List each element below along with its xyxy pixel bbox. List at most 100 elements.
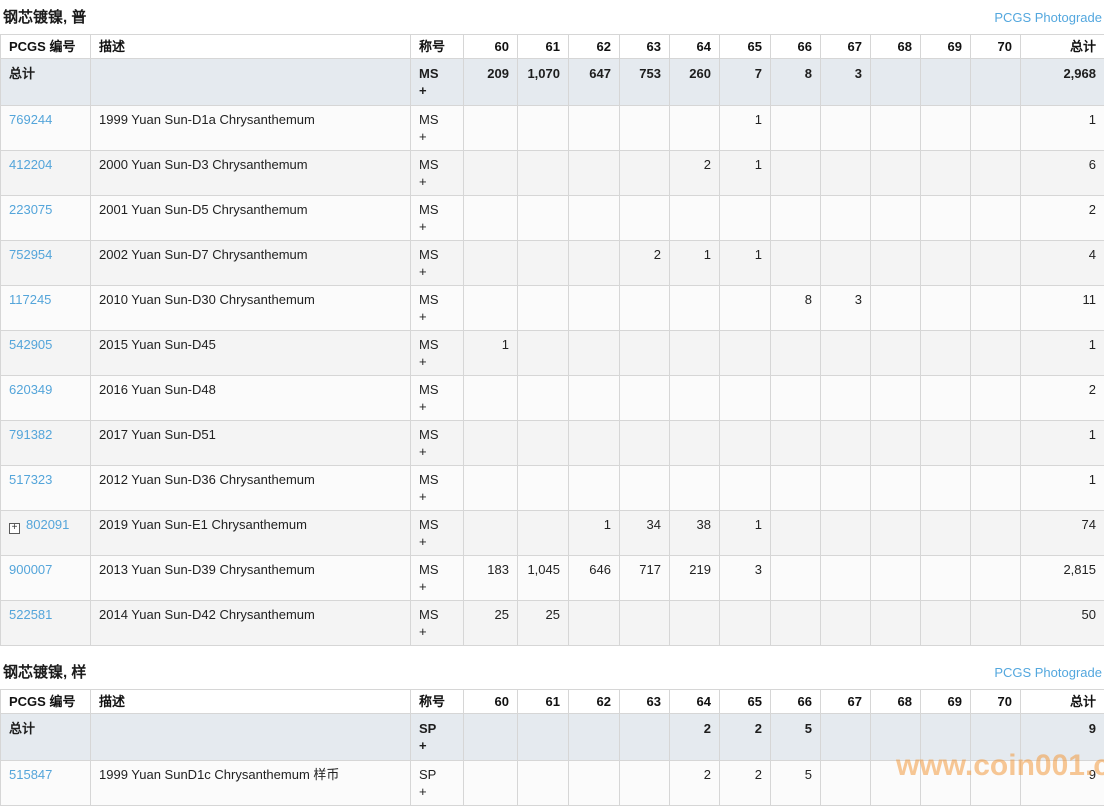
column-header: 70 bbox=[971, 35, 1021, 59]
section-title: 钢芯镀镍, 样 bbox=[3, 661, 86, 682]
coin-description: 2010 Yuan Sun-D30 Chrysanthemum bbox=[91, 286, 411, 331]
pcgs-number-link[interactable]: 117245 bbox=[9, 292, 51, 307]
grade-count bbox=[620, 421, 670, 466]
grade-count: 2 bbox=[670, 761, 720, 806]
grade-count bbox=[518, 761, 569, 806]
grade-count bbox=[569, 196, 620, 241]
grade-count bbox=[464, 511, 518, 556]
table-row: 1172452010 Yuan Sun-D30 ChrysanthemumMS … bbox=[1, 286, 1104, 331]
column-header: 60 bbox=[464, 690, 518, 714]
row-total: 6 bbox=[1021, 151, 1104, 196]
grade-count bbox=[464, 376, 518, 421]
column-header: 69 bbox=[921, 690, 971, 714]
grade-count bbox=[871, 376, 921, 421]
column-header: 66 bbox=[771, 690, 821, 714]
table-row: +8020912019 Yuan Sun-E1 ChrysanthemumMS … bbox=[1, 511, 1104, 556]
grade-count bbox=[921, 59, 971, 106]
table-row: 7913822017 Yuan Sun-D51MS +1 bbox=[1, 421, 1104, 466]
grade-count bbox=[771, 106, 821, 151]
pcgs-number-link[interactable]: 620349 bbox=[9, 382, 52, 397]
grade-count bbox=[720, 421, 771, 466]
grade-count bbox=[821, 601, 871, 646]
grade-count: 1,070 bbox=[518, 59, 569, 106]
grade-count bbox=[971, 106, 1021, 151]
grade-count bbox=[971, 466, 1021, 511]
pcgs-number-link[interactable]: 900007 bbox=[9, 562, 52, 577]
grade-count bbox=[518, 196, 569, 241]
grade-count bbox=[464, 466, 518, 511]
pcgs-number-link[interactable]: 223075 bbox=[9, 202, 52, 217]
grade-count bbox=[620, 761, 670, 806]
table-row: 515847 1999 Yuan SunD1c Chrysanthemum 样币S… bbox=[1, 761, 1104, 806]
pcgs-number-link[interactable]: 791382 bbox=[9, 427, 52, 442]
grade-count bbox=[464, 286, 518, 331]
designation: MS + bbox=[411, 59, 464, 106]
grade-count bbox=[720, 601, 771, 646]
grade-count bbox=[518, 286, 569, 331]
grade-count bbox=[971, 286, 1021, 331]
pcgs-number-link[interactable]: 522581 bbox=[9, 607, 52, 622]
column-header: 称号 bbox=[411, 690, 464, 714]
grade-count bbox=[971, 331, 1021, 376]
expand-icon[interactable]: + bbox=[9, 523, 20, 534]
grade-count: 183 bbox=[464, 556, 518, 601]
grade-count: 5 bbox=[771, 714, 821, 761]
designation: MS + bbox=[411, 151, 464, 196]
column-header: 64 bbox=[670, 35, 720, 59]
pcgs-number-cell: 515847 bbox=[1, 761, 91, 806]
grade-count: 25 bbox=[464, 601, 518, 646]
pcgs-number-link[interactable]: 802091 bbox=[26, 517, 69, 532]
coin-description: 1999 Yuan SunD1c Chrysanthemum 样币 bbox=[91, 761, 411, 806]
grade-count bbox=[871, 511, 921, 556]
grade-count bbox=[518, 421, 569, 466]
grade-count bbox=[464, 761, 518, 806]
pcgs-number-link[interactable]: 769244 bbox=[9, 112, 52, 127]
column-header: 68 bbox=[871, 35, 921, 59]
grade-count bbox=[620, 286, 670, 331]
grade-count bbox=[821, 761, 871, 806]
pcgs-number-link[interactable]: 412204 bbox=[9, 157, 52, 172]
grade-count: 3 bbox=[821, 59, 871, 106]
column-header: 63 bbox=[620, 690, 670, 714]
designation: MS + bbox=[411, 421, 464, 466]
grade-count bbox=[871, 151, 921, 196]
grade-count: 1 bbox=[464, 331, 518, 376]
grade-count bbox=[569, 241, 620, 286]
grade-count bbox=[921, 151, 971, 196]
grade-count bbox=[670, 106, 720, 151]
photograde-link[interactable]: PCGS Photograde bbox=[994, 665, 1102, 680]
pcgs-number-link[interactable]: 515847 bbox=[9, 767, 52, 782]
grade-count bbox=[771, 556, 821, 601]
pcgs-number-cell: 769244 bbox=[1, 106, 91, 151]
column-header: 67 bbox=[821, 690, 871, 714]
table-row: 7529542002 Yuan Sun-D7 ChrysanthemumMS +… bbox=[1, 241, 1104, 286]
grade-count bbox=[771, 601, 821, 646]
grade-count bbox=[821, 556, 871, 601]
grade-count bbox=[921, 421, 971, 466]
designation: MS + bbox=[411, 466, 464, 511]
pcgs-number-cell: 900007 bbox=[1, 556, 91, 601]
grade-count bbox=[821, 511, 871, 556]
grade-count: 2 bbox=[670, 151, 720, 196]
designation: SP + bbox=[411, 761, 464, 806]
grade-count bbox=[464, 714, 518, 761]
grade-count bbox=[464, 196, 518, 241]
grade-count: 38 bbox=[670, 511, 720, 556]
photograde-link[interactable]: PCGS Photograde bbox=[994, 10, 1102, 25]
grade-count bbox=[821, 151, 871, 196]
pcgs-number-link[interactable]: 517323 bbox=[9, 472, 52, 487]
grade-count bbox=[670, 421, 720, 466]
grade-count bbox=[464, 151, 518, 196]
pcgs-number-link[interactable]: 752954 bbox=[9, 247, 52, 262]
coin-description: 2016 Yuan Sun-D48 bbox=[91, 376, 411, 421]
grade-count bbox=[971, 376, 1021, 421]
grade-count bbox=[670, 601, 720, 646]
designation: MS + bbox=[411, 556, 464, 601]
column-header: 69 bbox=[921, 35, 971, 59]
grade-count: 647 bbox=[569, 59, 620, 106]
grade-count: 1 bbox=[720, 511, 771, 556]
grade-count bbox=[569, 421, 620, 466]
pcgs-number-cell: 117245 bbox=[1, 286, 91, 331]
pcgs-number-link[interactable]: 542905 bbox=[9, 337, 52, 352]
row-total: 9 bbox=[1021, 714, 1104, 761]
